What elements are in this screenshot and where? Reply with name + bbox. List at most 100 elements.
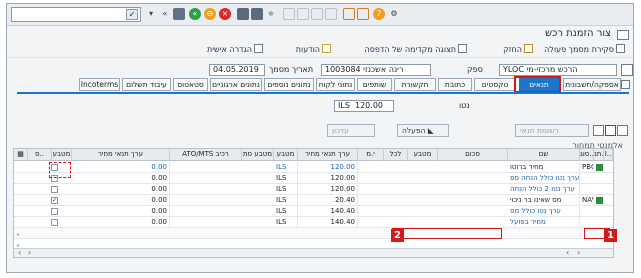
delete-row-icon[interactable] [605, 125, 616, 136]
window-menu-icon[interactable] [617, 30, 629, 40]
col-header[interactable]: ערך תנאי מחיר [72, 149, 170, 161]
net-currency: ILS [338, 101, 350, 110]
command-field[interactable]: ✓ [11, 7, 141, 22]
col-header[interactable]: ערך תנאי מחיר [298, 149, 358, 161]
annotation-badge-1: 1 [604, 229, 617, 242]
table-row-empty[interactable] [14, 228, 613, 239]
condition-type: PB00 [580, 162, 594, 173]
customize-icon[interactable]: ⚙ [388, 8, 400, 20]
table-row[interactable]: ✓ 0.00 ILS 20.40 מס שאינו בר ניכוי NAVS [14, 195, 613, 206]
currency: ILS [274, 162, 298, 173]
table-row[interactable]: 0.00 ILS 120.00 ערך נטו 2 כולל הנחה [14, 184, 613, 195]
currency: ILS [274, 184, 298, 195]
details-icon[interactable] [617, 125, 628, 136]
application-toolbar: סקירת מסמך פעולה החזק תצוגה מקדימה של הד… [7, 42, 633, 58]
tab-org-data[interactable]: נתונים ארגוניים [210, 78, 262, 91]
next-page-icon[interactable] [311, 8, 323, 20]
tab-list-icon[interactable] [621, 80, 630, 89]
messages-button[interactable]: הודעות [296, 44, 331, 54]
update-button[interactable]: עדכון [327, 124, 375, 137]
condition-name: ערך נטו כולל הנחה ספ [510, 173, 580, 184]
check-icon[interactable]: ✓ [126, 9, 138, 20]
print-preview-button[interactable]: תצוגה מקדימה של הדפסה [365, 44, 467, 54]
tab-partners[interactable]: שותפים [357, 78, 392, 91]
scroll-right-icon[interactable]: › [28, 248, 31, 257]
status-green-icon [596, 164, 603, 171]
tab-delivery-invoice[interactable]: אספקה/חשבונית [563, 78, 621, 91]
prev-page-icon[interactable] [297, 8, 309, 20]
status-green-icon [596, 197, 603, 204]
condition-record-button[interactable]: רשומת תנאי [515, 124, 589, 137]
document-icon [616, 44, 625, 53]
personal-setting-button[interactable]: הגדרה אישית [207, 44, 263, 54]
condition-value-2: 0.00 [72, 173, 170, 184]
table-settings-icon[interactable]: ▦ [14, 149, 28, 161]
horizontal-scrollbar[interactable]: ‹ › ‹ › [14, 248, 613, 257]
col-header[interactable]: מטבע סת [242, 149, 274, 161]
find-icon[interactable] [251, 8, 263, 20]
tab-status[interactable]: סטאטוס [173, 78, 208, 91]
cart-icon[interactable] [621, 64, 633, 76]
condition-value: 20.40 [298, 195, 358, 206]
col-header[interactable]: מטבע [52, 149, 72, 161]
hold-button[interactable]: החזק [503, 44, 533, 54]
col-header[interactable]: לכל [384, 149, 408, 161]
col-header[interactable]: סוג.. [580, 149, 594, 161]
col-header[interactable]: תנ.. [594, 149, 604, 161]
table-row[interactable]: 0.00 ILS 140.40 ערך נטו כולל מס [14, 206, 613, 217]
scroll-left-icon[interactable]: ‹ [566, 248, 569, 257]
tab-address[interactable]: כתובת [438, 78, 472, 91]
col-header[interactable]: מטבע [274, 149, 298, 161]
dropdown-icon[interactable]: ▾ [145, 8, 157, 20]
col-header[interactable]: שם [508, 149, 580, 161]
tab-customer-data[interactable]: נתוני לקוח [316, 78, 355, 91]
table-row[interactable]: 0.00 ILS 120.00 מחיר ברוטו PB00 [14, 162, 613, 173]
save-icon[interactable] [173, 8, 185, 20]
vendor-label: ספק [467, 65, 483, 74]
document-type-field[interactable]: YLOC הרכש מרכזי-מי [499, 64, 617, 76]
shortcut-icon[interactable] [357, 8, 369, 20]
first-page-icon[interactable] [283, 8, 295, 20]
row-checkbox-checked[interactable]: ✓ [51, 197, 58, 204]
condition-value: 120.00 [298, 184, 358, 195]
currency: ILS [274, 173, 298, 184]
pricing-button[interactable]: הפעלה ◣ [397, 124, 449, 137]
nav-forward-icon[interactable]: « [159, 8, 171, 20]
row-checkbox[interactable] [51, 186, 58, 193]
settings-icon [254, 44, 263, 53]
scroll-right-icon[interactable]: › [577, 248, 580, 257]
col-header[interactable]: י.מ [358, 149, 384, 161]
col-header[interactable]: ATO/MTS רכיב [170, 149, 242, 161]
pricing-table: ▦ ס.. מטבע ערך תנאי מחיר ATO/MTS רכיב מט… [13, 148, 614, 258]
input-highlight-2[interactable] [392, 228, 502, 239]
vendor-field[interactable]: 1003084 רינה אשכנזי [321, 64, 431, 76]
add-row-icon[interactable] [593, 125, 604, 136]
tab-incoterms[interactable]: Incoterms [79, 78, 120, 91]
help-icon[interactable]: ? [373, 8, 385, 20]
row-checkbox[interactable] [51, 208, 58, 215]
cancel-icon[interactable]: × [219, 8, 231, 20]
condition-value-2: 0.00 [72, 184, 170, 195]
tab-additional-data[interactable]: נתונים נוספים [264, 78, 314, 91]
print-icon[interactable] [237, 8, 249, 20]
find-next-icon[interactable]: ⎈ [265, 8, 277, 20]
row-checkbox[interactable] [51, 219, 58, 226]
new-session-icon[interactable] [343, 8, 355, 20]
document-date-field[interactable]: 04.05.2019 [209, 64, 265, 76]
scroll-left-icon[interactable]: ‹ [18, 248, 21, 257]
tab-texts[interactable]: טקסטים [474, 78, 516, 91]
exit-icon[interactable]: ⊖ [204, 8, 216, 20]
table-row[interactable]: 0.00 ILS 140.40 מחיר בפועל [14, 217, 613, 228]
scroll-up-icon[interactable]: ˄ [16, 233, 20, 242]
back-icon[interactable]: « [189, 8, 201, 20]
last-page-icon[interactable] [325, 8, 337, 20]
tab-payment-processing[interactable]: עיבוד תשלום [122, 78, 171, 91]
condition-value-2: 0.00 [72, 217, 170, 228]
col-header[interactable]: ס.. [28, 149, 52, 161]
table-row[interactable]: 0.00 ILS 120.00 ערך נטו כולל הנחה ספ [14, 173, 613, 184]
col-header[interactable]: I.. [604, 149, 613, 161]
col-header[interactable]: סכום [438, 149, 508, 161]
col-header[interactable]: מטבע [408, 149, 438, 161]
tab-communication[interactable]: תקשורת [394, 78, 436, 91]
other-document-button[interactable]: סקירת מסמך פעולה [544, 44, 625, 54]
